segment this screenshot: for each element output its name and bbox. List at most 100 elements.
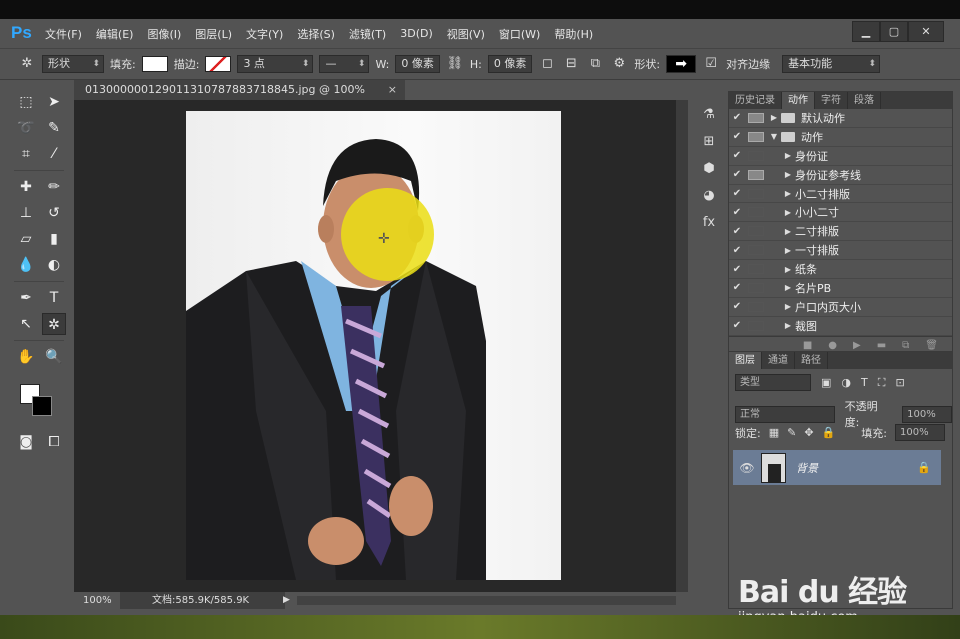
align-edges-checkbox[interactable]: ☑ bbox=[702, 55, 720, 73]
action-row[interactable]: ✔ ▶ 小二寸排版 bbox=[729, 185, 952, 204]
menu-window[interactable]: 窗口(W) bbox=[492, 26, 547, 42]
expand-triangle-icon[interactable]: ▶ bbox=[781, 246, 795, 255]
close-tab-icon[interactable]: × bbox=[388, 80, 397, 100]
custom-shape-tool-icon[interactable]: ✲ bbox=[42, 313, 66, 335]
dialog-toggle[interactable] bbox=[748, 131, 764, 142]
portrait-photo[interactable]: ✛ bbox=[186, 111, 561, 580]
menu-view[interactable]: 视图(V) bbox=[440, 26, 492, 42]
action-enabled-check-icon[interactable]: ✔ bbox=[729, 320, 745, 331]
tab-character[interactable]: 字符 bbox=[815, 92, 848, 109]
new-action-icon[interactable]: ⧉ bbox=[902, 340, 909, 351]
action-enabled-check-icon[interactable]: ✔ bbox=[729, 226, 745, 237]
stop-icon[interactable]: ■ bbox=[803, 340, 812, 351]
dodge-tool-icon[interactable]: ◐ bbox=[42, 254, 66, 276]
fx-panel-icon[interactable]: fx bbox=[697, 211, 721, 235]
dialog-toggle[interactable] bbox=[748, 226, 764, 237]
expand-triangle-icon[interactable]: ▶ bbox=[781, 265, 795, 274]
gear-icon[interactable]: ⚙ bbox=[610, 55, 628, 73]
stroke-size-field[interactable]: 3 点 bbox=[237, 55, 314, 73]
type-tool-icon[interactable]: T bbox=[42, 287, 66, 309]
workspace-select[interactable]: 基本功能 bbox=[782, 55, 881, 73]
background-color-swatch[interactable] bbox=[32, 396, 52, 416]
expand-triangle-icon[interactable]: ▶ bbox=[781, 208, 795, 217]
action-row[interactable]: ✔ ▼ 动作 bbox=[729, 128, 952, 147]
move-tool-icon[interactable]: ➤ bbox=[42, 91, 66, 113]
path-alignment-icon[interactable]: ⊟ bbox=[562, 55, 580, 73]
expand-triangle-icon[interactable]: ▶ bbox=[781, 151, 795, 160]
action-enabled-check-icon[interactable]: ✔ bbox=[729, 112, 745, 123]
lock-paint-icon[interactable]: ✎ bbox=[787, 426, 796, 439]
opacity-field[interactable]: 100% bbox=[902, 405, 953, 423]
custom-shape-tool-icon[interactable]: ✲ bbox=[18, 55, 36, 73]
action-row[interactable]: ✔ ▶ 身份证参考线 bbox=[729, 166, 952, 185]
lasso-tool-icon[interactable]: ➰ bbox=[14, 117, 38, 139]
dialog-toggle[interactable] bbox=[748, 169, 764, 180]
layer-filter-select[interactable]: 类型 bbox=[735, 374, 811, 391]
expand-triangle-icon[interactable]: ▶ bbox=[767, 113, 781, 122]
action-enabled-check-icon[interactable]: ✔ bbox=[729, 245, 745, 256]
play-icon[interactable]: ▶ bbox=[853, 340, 861, 351]
lock-all-icon[interactable]: 🔒 bbox=[822, 426, 836, 439]
action-enabled-check-icon[interactable]: ✔ bbox=[729, 169, 745, 180]
stroke-swatch[interactable] bbox=[205, 56, 232, 72]
fill-field[interactable]: 100% bbox=[894, 424, 945, 441]
dialog-toggle[interactable] bbox=[748, 264, 764, 275]
dialog-toggle[interactable] bbox=[748, 188, 764, 199]
fill-swatch[interactable] bbox=[141, 56, 168, 72]
action-row[interactable]: ✔ ▶ 身份证 bbox=[729, 147, 952, 166]
menu-image[interactable]: 图像(I) bbox=[140, 26, 188, 42]
dialog-toggle[interactable] bbox=[748, 112, 764, 123]
tab-actions[interactable]: 动作 bbox=[782, 92, 815, 109]
shape-picker[interactable]: ➡ bbox=[666, 55, 697, 73]
dialog-toggle[interactable] bbox=[748, 282, 764, 293]
record-icon[interactable]: ● bbox=[828, 340, 837, 351]
type-filter-icon[interactable]: T bbox=[861, 376, 868, 389]
layer-row-background[interactable]: 👁 背景 🔒 bbox=[733, 450, 941, 485]
vertical-scrollbar[interactable] bbox=[676, 100, 688, 592]
tab-channels[interactable]: 通道 bbox=[762, 352, 795, 369]
width-field[interactable]: 0 像素 bbox=[395, 55, 440, 73]
tab-history[interactable]: 历史记录 bbox=[729, 92, 782, 109]
tab-paths[interactable]: 路径 bbox=[795, 352, 828, 369]
expand-triangle-icon[interactable]: ▶ bbox=[781, 227, 795, 236]
action-row[interactable]: ✔ ▶ 裁图 bbox=[729, 317, 952, 336]
expand-triangle-icon[interactable]: ▶ bbox=[781, 283, 795, 292]
blur-tool-icon[interactable]: 💧 bbox=[14, 254, 38, 276]
smart-object-filter-icon[interactable]: ⊡ bbox=[895, 376, 904, 389]
shape-filter-icon[interactable]: ⛶ bbox=[878, 376, 886, 390]
menu-select[interactable]: 选择(S) bbox=[290, 26, 342, 42]
history-brush-icon[interactable]: ↺ bbox=[42, 202, 66, 224]
expand-triangle-icon[interactable]: ▶ bbox=[781, 189, 795, 198]
menu-help[interactable]: 帮助(H) bbox=[547, 26, 600, 42]
expand-triangle-icon[interactable]: ▶ bbox=[781, 321, 795, 330]
horizontal-scrollbar[interactable] bbox=[297, 596, 676, 605]
3d-panel-icon[interactable]: ⬢ bbox=[697, 157, 721, 181]
height-field[interactable]: 0 像素 bbox=[487, 55, 533, 73]
action-enabled-check-icon[interactable]: ✔ bbox=[729, 282, 745, 293]
action-row[interactable]: ✔ ▶ 一寸排版 bbox=[729, 241, 952, 261]
adjustment-filter-icon[interactable]: ◑ bbox=[841, 376, 851, 389]
action-enabled-check-icon[interactable]: ✔ bbox=[729, 150, 745, 161]
styles-panel-icon[interactable]: ◕ bbox=[697, 184, 721, 208]
dialog-toggle[interactable] bbox=[748, 150, 764, 161]
dialog-toggle[interactable] bbox=[748, 245, 764, 256]
path-arrangement-icon[interactable]: ⧉ bbox=[586, 55, 604, 73]
visibility-eye-icon[interactable]: 👁 bbox=[733, 461, 761, 475]
expand-triangle-icon[interactable]: ▶ bbox=[781, 302, 795, 311]
eyedropper-tool-icon[interactable]: ⁄ bbox=[42, 143, 66, 165]
stroke-type-select[interactable]: — bbox=[319, 55, 370, 73]
action-enabled-check-icon[interactable]: ✔ bbox=[729, 131, 745, 142]
path-selection-icon[interactable]: ↖ bbox=[14, 313, 38, 335]
delete-icon[interactable]: 🗑 bbox=[925, 340, 938, 351]
marquee-tool-icon[interactable]: ⬚ bbox=[14, 91, 38, 113]
crop-tool-icon[interactable]: ⌗ bbox=[14, 143, 38, 165]
menu-type[interactable]: 文字(Y) bbox=[239, 26, 290, 42]
hand-tool-icon[interactable]: ✋ bbox=[14, 346, 38, 368]
layer-name[interactable]: 背景 bbox=[796, 460, 818, 476]
menu-3d[interactable]: 3D(D) bbox=[393, 27, 440, 40]
brush-tool-icon[interactable]: ✏ bbox=[42, 176, 66, 198]
menu-filter[interactable]: 滤镜(T) bbox=[342, 26, 393, 42]
lock-transparent-icon[interactable]: ▦ bbox=[769, 426, 779, 439]
menu-layer[interactable]: 图层(L) bbox=[188, 26, 239, 42]
eraser-tool-icon[interactable]: ▱ bbox=[14, 228, 38, 250]
